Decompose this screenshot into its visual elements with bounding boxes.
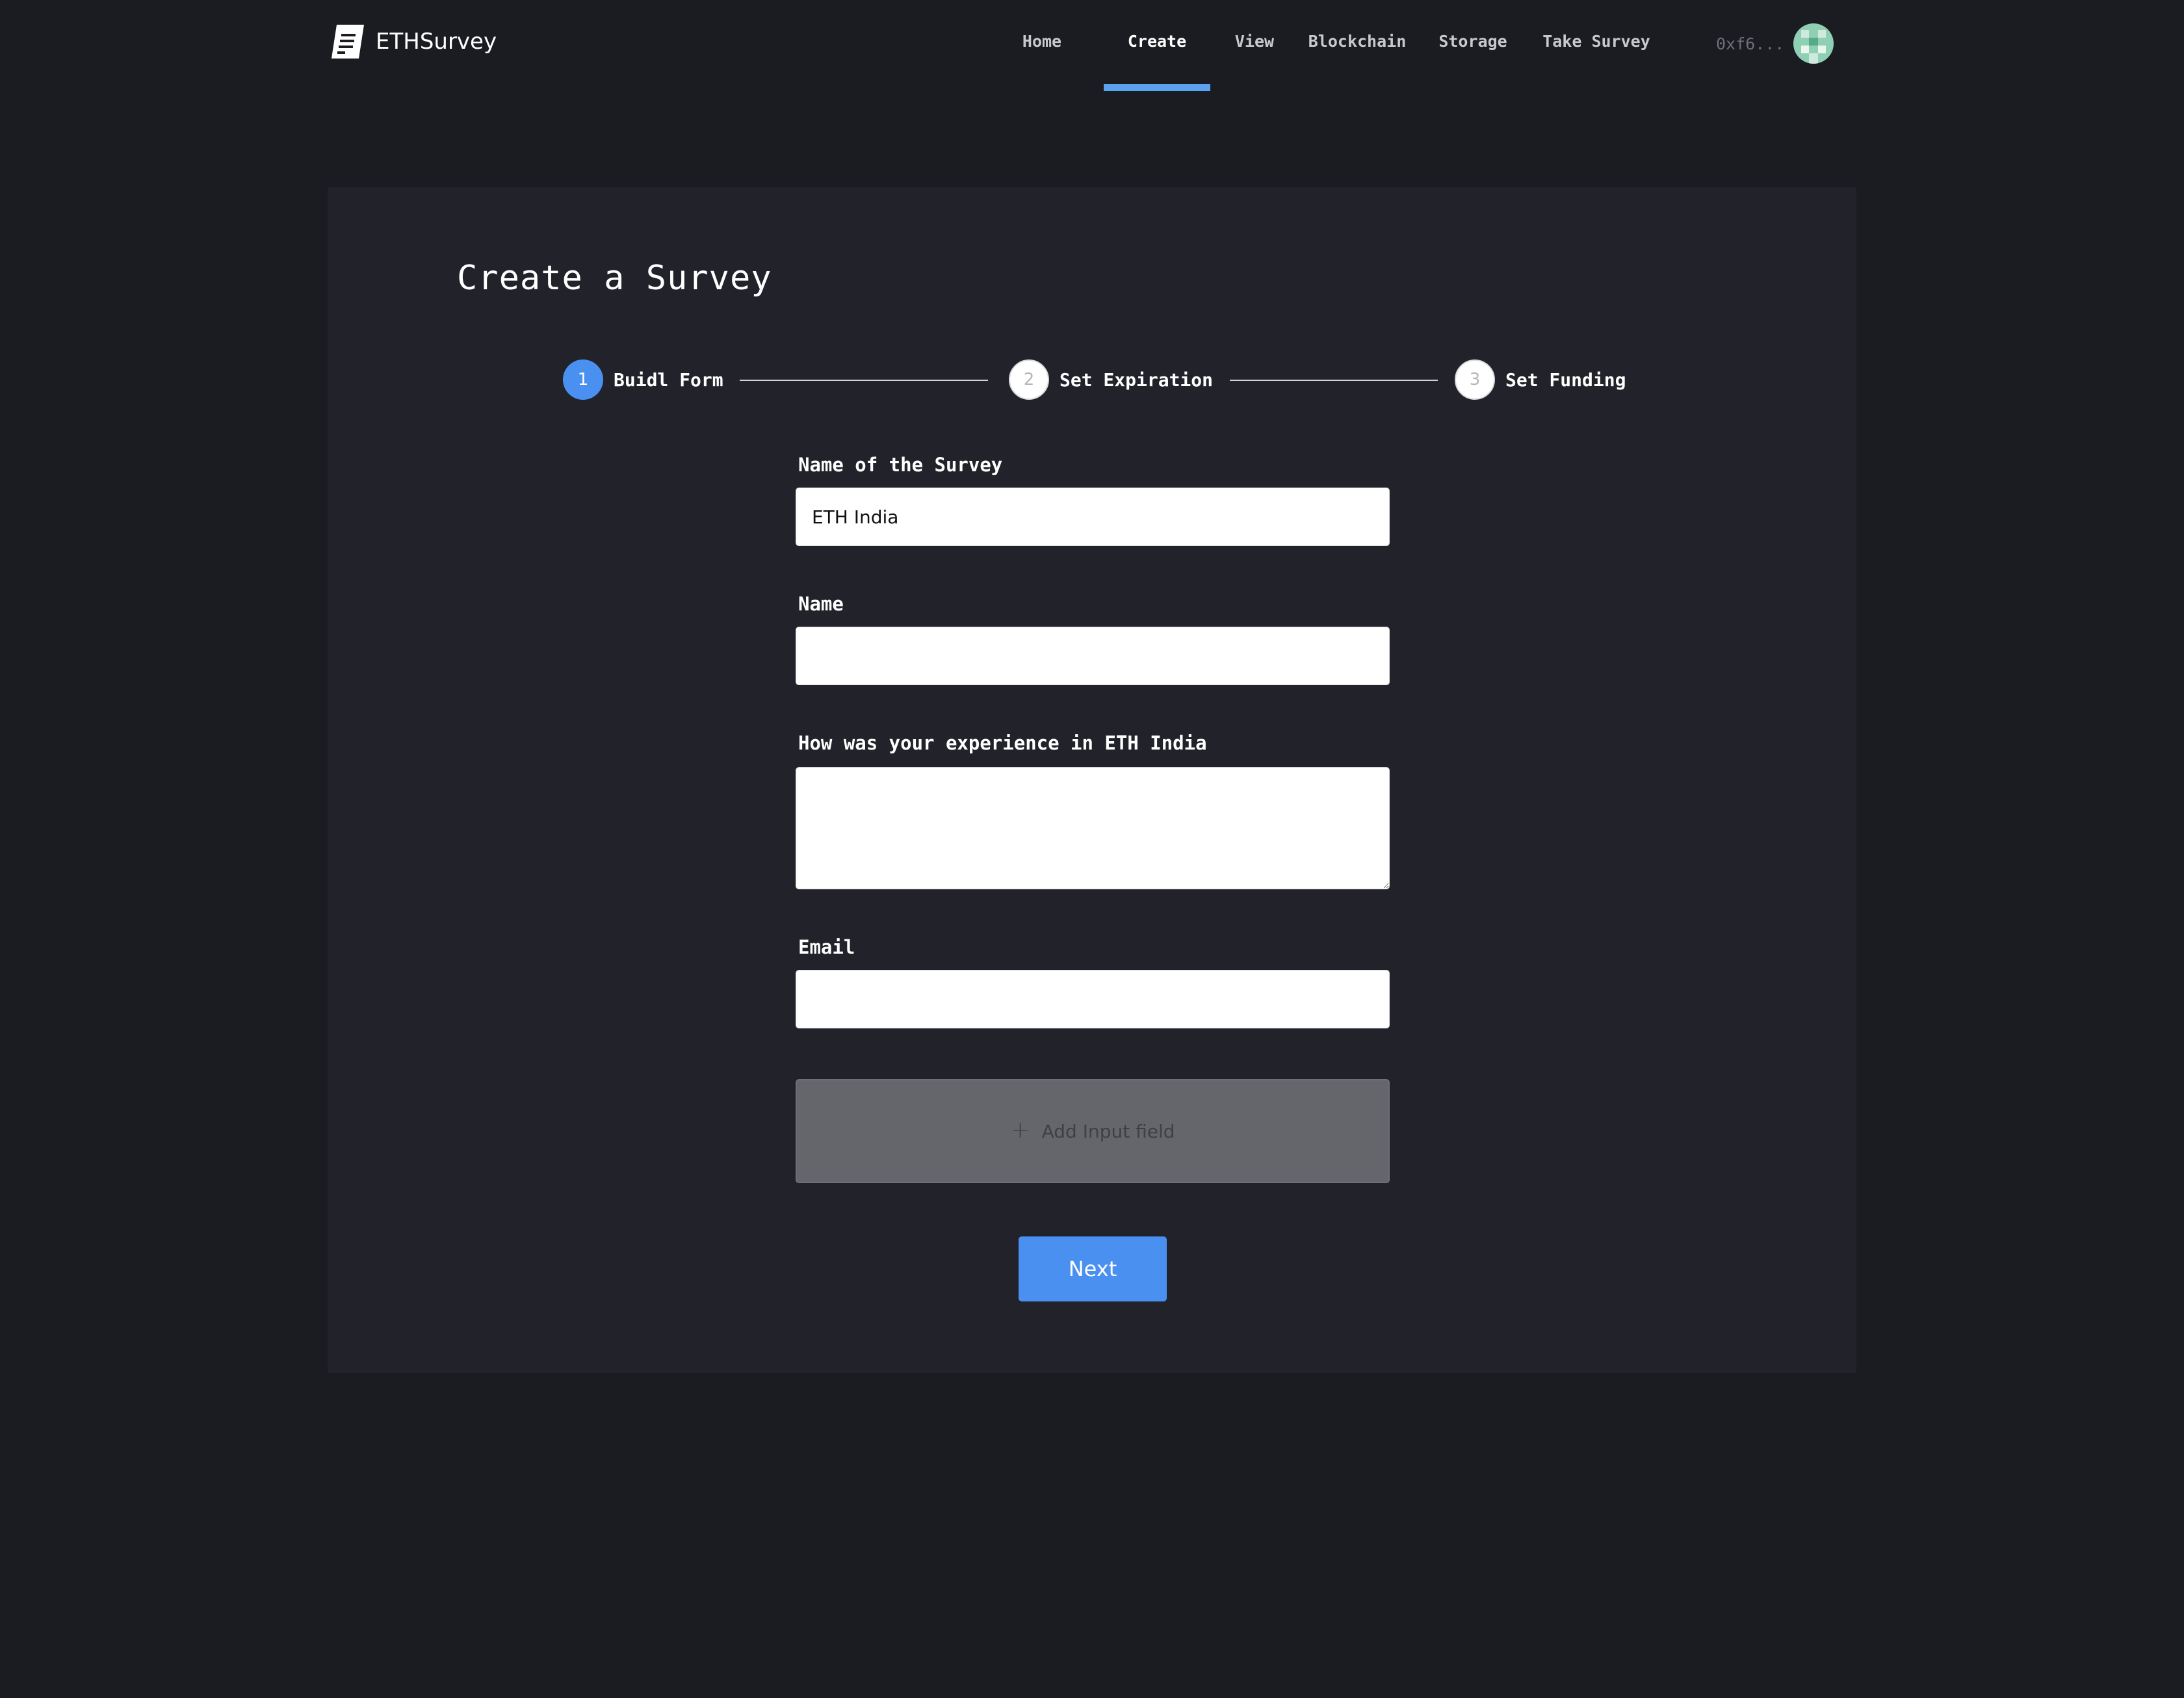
brand-name: ETHSurvey	[376, 29, 497, 55]
step-label-set-expiration: Set Expiration	[1060, 369, 1214, 391]
step-label-set-funding: Set Funding	[1505, 369, 1626, 391]
nav-home[interactable]: Home	[1001, 0, 1083, 85]
stepper: 1 Buidl Form 2 Set Expiration 3 Set Fund…	[563, 359, 1629, 400]
experience-field-label: How was your experience in ETH India	[798, 732, 1207, 754]
step-number-2: 2	[1009, 359, 1049, 400]
step-buidl-form[interactable]: 1 Buidl Form	[563, 359, 723, 400]
step-label-buidl-form: Buidl Form	[614, 369, 723, 391]
email-field-label: Email	[798, 936, 855, 958]
wallet-address: 0xf6...	[1716, 34, 1785, 53]
identicon-avatar-icon	[1793, 23, 1834, 64]
step-connector	[740, 380, 988, 381]
step-connector	[1230, 380, 1438, 381]
wallet-account[interactable]: 0xf6...	[1716, 23, 1834, 64]
step-set-expiration[interactable]: 2 Set Expiration	[1009, 359, 1213, 400]
top-navbar: ETHSurvey Home Create View Blockchain St…	[0, 0, 2184, 91]
survey-name-input[interactable]	[796, 488, 1390, 546]
step-number-3: 3	[1455, 359, 1495, 400]
step-number-1: 1	[563, 359, 603, 400]
survey-document-icon	[332, 25, 364, 59]
nav-home-label: Home	[1022, 31, 1062, 51]
nav-take-survey-label: Take Survey	[1542, 31, 1650, 51]
experience-textarea[interactable]	[796, 767, 1390, 889]
add-input-field-button[interactable]: + Add Input field	[796, 1079, 1390, 1183]
step-set-funding[interactable]: 3 Set Funding	[1455, 359, 1626, 400]
plus-icon: +	[1010, 1116, 1030, 1143]
main-nav: Home Create View Blockchain Storage Take…	[1001, 0, 1660, 91]
email-input[interactable]	[796, 970, 1390, 1028]
add-input-field-label: Add Input field	[1041, 1120, 1175, 1142]
nav-blockchain-label: Blockchain	[1308, 31, 1407, 51]
nav-storage-label: Storage	[1438, 31, 1507, 51]
name-field-label: Name	[798, 593, 844, 615]
nav-create-label: Create	[1127, 31, 1187, 51]
brand-logo[interactable]: ETHSurvey	[332, 23, 497, 60]
nav-create[interactable]: Create	[1104, 0, 1210, 91]
nav-blockchain[interactable]: Blockchain	[1299, 0, 1416, 85]
create-survey-card: Create a Survey 1 Buidl Form 2 Set Expir…	[328, 187, 1856, 1373]
next-button[interactable]: Next	[1019, 1236, 1167, 1301]
survey-name-label: Name of the Survey	[798, 454, 1003, 476]
nav-take-survey[interactable]: Take Survey	[1533, 0, 1660, 85]
name-input[interactable]	[796, 627, 1390, 685]
nav-view[interactable]: View	[1222, 0, 1287, 85]
nav-view-label: View	[1234, 31, 1275, 51]
page-title: Create a Survey	[457, 259, 772, 298]
nav-storage[interactable]: Storage	[1426, 0, 1520, 85]
avatar[interactable]	[1793, 23, 1834, 64]
